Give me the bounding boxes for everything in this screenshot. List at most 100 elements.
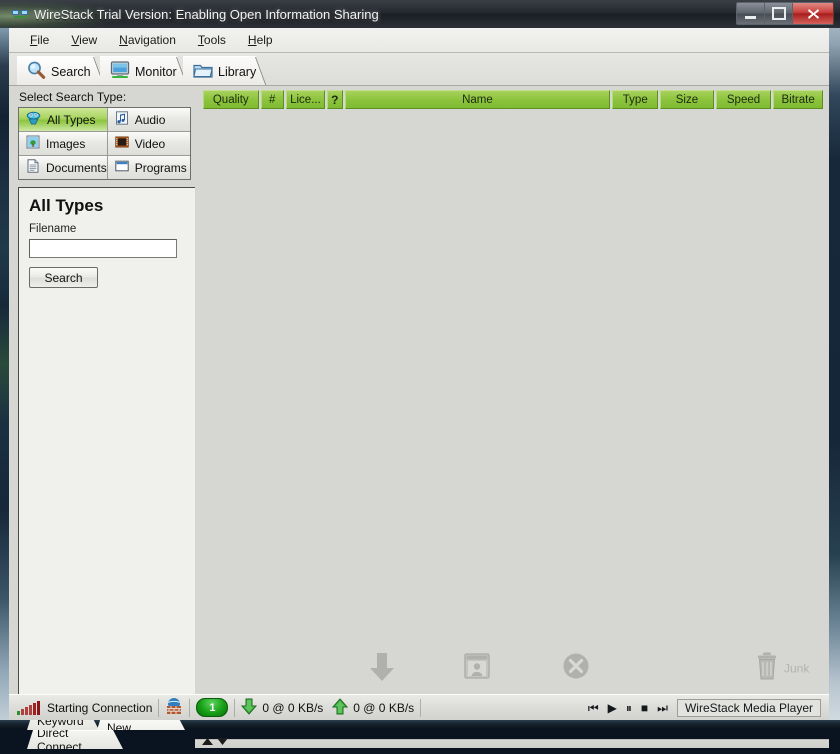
magnifier-icon <box>27 61 46 83</box>
maximize-button[interactable] <box>764 2 792 25</box>
upload-rate-label: 0 @ 0 KB/s <box>353 700 415 715</box>
column-header-name[interactable]: Name <box>344 90 611 109</box>
menu-file[interactable]: File <box>19 30 60 50</box>
results-header-row: Quality # Lice... ? Name Type Size Speed… <box>203 90 823 109</box>
status-divider <box>189 698 191 717</box>
tab-search[interactable]: Search <box>17 56 105 86</box>
menu-view[interactable]: View <box>60 30 108 50</box>
splitter-bar[interactable] <box>195 739 829 748</box>
column-header-size-label: Size <box>675 93 699 106</box>
menu-tools[interactable]: Tools <box>187 30 237 50</box>
close-icon <box>807 8 819 19</box>
search-type-grid: All Types Audio Images Video Documents P… <box>18 107 191 180</box>
junk-action[interactable]: Junk <box>751 651 811 688</box>
menu-help[interactable]: Help <box>237 30 284 50</box>
media-player-name[interactable]: WireStack Media Player <box>676 698 821 717</box>
close-button[interactable] <box>792 2 834 25</box>
trash-icon <box>753 651 781 688</box>
status-divider <box>420 698 422 717</box>
junk-action-label: Junk <box>783 661 810 676</box>
status-divider <box>158 698 160 717</box>
tab-divider <box>255 57 267 87</box>
audio-icon <box>115 111 129 128</box>
tab-library-label: Library <box>218 64 257 79</box>
minimize-button[interactable] <box>736 2 764 25</box>
tab-library[interactable]: Library <box>183 56 267 86</box>
media-player-controls: ⏮ ▶ ⏸ ■ ⏭ WireStack Media Player <box>588 698 821 717</box>
column-header-type[interactable]: Type <box>612 90 659 109</box>
player-play-button[interactable]: ▶ <box>608 702 617 714</box>
search-type-documents[interactable]: Documents <box>19 156 107 179</box>
column-header-type-label: Type <box>622 93 648 106</box>
splitter-arrows <box>201 736 231 746</box>
sidebar-tab-direct-connect-label: Direct Connect <box>37 726 82 754</box>
column-header-speed-label: Speed <box>726 93 761 106</box>
column-header-license[interactable]: Lice... <box>285 90 325 109</box>
status-bar: Starting Connection 1 0 @ 0 KB/s 0 @ 0 K… <box>9 694 829 720</box>
search-type-images-label: Images <box>46 136 86 151</box>
search-type-audio[interactable]: Audio <box>107 108 190 131</box>
download-arrow-icon <box>367 651 397 688</box>
up-arrow-icon <box>332 697 349 718</box>
shares-count-badge[interactable]: 1 <box>196 698 229 717</box>
tab-search-label: Search <box>51 64 91 79</box>
menu-view-label: iew <box>79 33 98 47</box>
column-header-help[interactable]: ? <box>326 90 343 109</box>
search-form-panel: All Types Filename Search <box>18 187 198 710</box>
stop-search-icon <box>561 651 591 688</box>
menu-tools-label: ools <box>203 33 226 47</box>
results-area: Quality # Lice... ? Name Type Size Speed… <box>195 86 829 706</box>
player-pause-button[interactable]: ⏸ <box>626 702 632 714</box>
column-header-number[interactable]: # <box>260 90 284 109</box>
player-stop-button[interactable]: ■ <box>641 702 648 714</box>
signal-bars-icon <box>17 700 40 715</box>
filename-input[interactable] <box>29 239 177 258</box>
splitter-up-icon[interactable] <box>201 737 214 746</box>
splitter-down-icon[interactable] <box>216 737 229 746</box>
player-next-button[interactable]: ⏭ <box>657 702 668 714</box>
select-search-type-label: Select Search Type: <box>19 90 127 104</box>
menu-navigation-label: avigation <box>127 33 176 47</box>
search-type-programs[interactable]: Programs <box>107 156 190 179</box>
firewall-icon[interactable] <box>165 697 183 718</box>
browse-host-icon <box>462 651 492 688</box>
results-list[interactable] <box>203 111 823 646</box>
menu-navigation[interactable]: Navigation <box>108 30 187 50</box>
column-header-size[interactable]: Size <box>660 90 714 109</box>
connection-status-label: Starting Connection <box>47 700 153 715</box>
tab-monitor-label: Monitor <box>135 64 177 79</box>
monitor-icon <box>110 61 130 82</box>
search-type-programs-label: Programs <box>134 160 187 175</box>
application-window: WireStack Trial Version: Enabling Open I… <box>0 0 840 728</box>
window-title: WireStack Trial Version: Enabling Open I… <box>34 7 379 22</box>
column-header-bitrate-label: Bitrate <box>781 93 815 106</box>
down-arrow-icon <box>241 698 258 718</box>
column-header-name-label: Name <box>462 93 493 106</box>
filename-label: Filename <box>29 223 77 235</box>
video-icon <box>115 135 129 152</box>
window-border-right <box>829 0 840 728</box>
programs-icon <box>115 159 129 176</box>
window-controls <box>736 2 834 25</box>
tab-monitor[interactable]: Monitor <box>100 56 188 86</box>
search-type-video[interactable]: Video <box>107 132 190 155</box>
column-header-quality[interactable]: Quality <box>203 90 259 109</box>
column-header-bitrate[interactable]: Bitrate <box>773 90 823 109</box>
all-types-icon <box>26 111 41 128</box>
window-border-left <box>0 0 9 728</box>
search-type-audio-label: Audio <box>134 112 166 127</box>
search-type-all-types[interactable]: All Types <box>19 108 107 131</box>
tab-strip: Search Monitor Library <box>9 53 829 86</box>
title-bar: WireStack Trial Version: Enabling Open I… <box>0 0 840 28</box>
player-previous-button[interactable]: ⏮ <box>588 702 599 714</box>
menu-file-label: ile <box>37 33 50 47</box>
column-header-quality-label: Quality <box>212 93 249 106</box>
search-type-images[interactable]: Images <box>19 132 107 155</box>
search-type-all-types-label: All Types <box>47 112 96 127</box>
search-button[interactable]: Search <box>29 267 98 288</box>
search-panel-title: All Types <box>29 196 104 215</box>
main-panel: Search Monitor Library Select Search Typ… <box>9 53 829 694</box>
app-icon <box>12 7 28 21</box>
sidebar-tab-direct-connect[interactable]: Direct Connect <box>27 730 123 749</box>
column-header-speed[interactable]: Speed <box>715 90 772 109</box>
